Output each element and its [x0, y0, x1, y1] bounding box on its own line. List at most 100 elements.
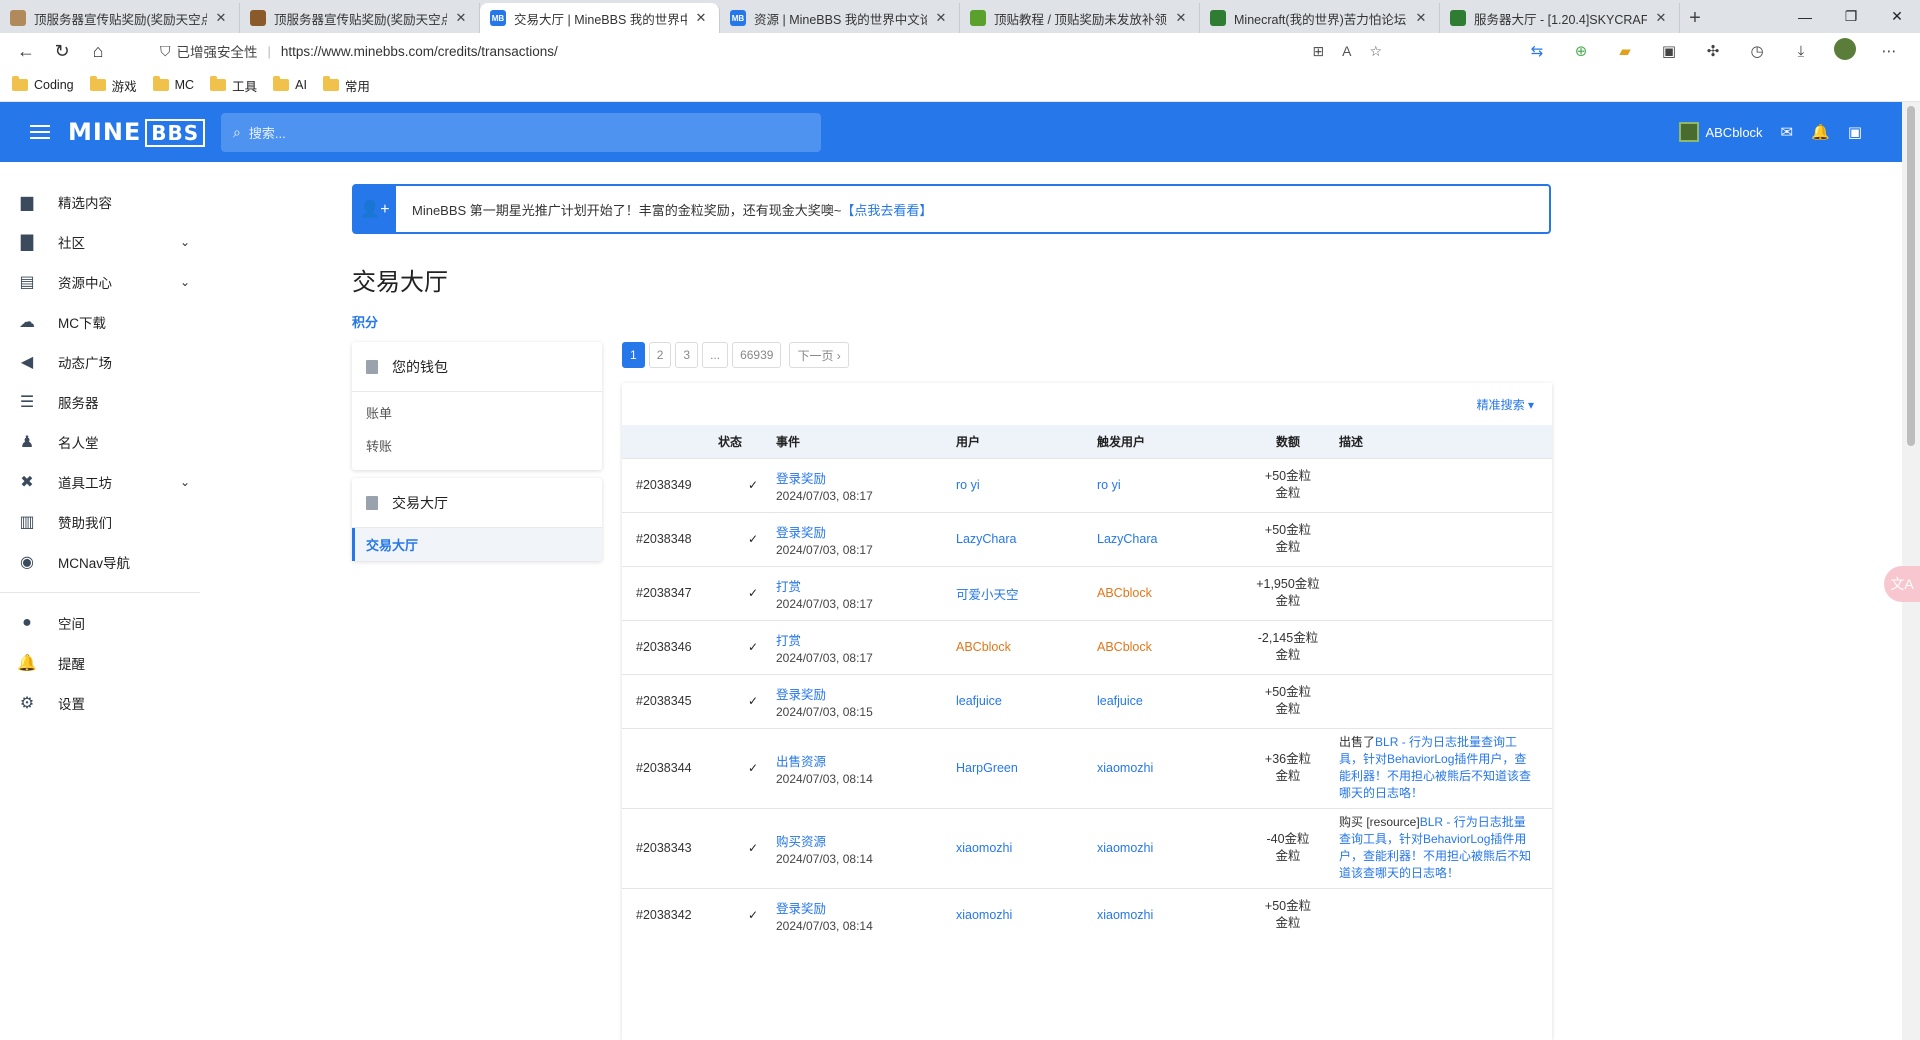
exchange-link[interactable]: 交易大厅: [352, 528, 602, 561]
menu-hamburger-icon[interactable]: [30, 125, 50, 139]
shield-lock-icon[interactable]: ⛉: [160, 43, 171, 60]
scrollbar-thumb[interactable]: [1907, 106, 1915, 446]
browser-tab[interactable]: MB 资源 | MineBBS 我的世界中文论坛 ✕: [720, 3, 960, 33]
close-window-icon[interactable]: ✕: [1874, 0, 1920, 33]
trigger-user-link[interactable]: xiaomozhi: [1097, 841, 1153, 855]
security-label[interactable]: 已增强安全性: [177, 41, 258, 61]
search-input[interactable]: ⌕ 搜索...: [221, 113, 821, 152]
event-link[interactable]: 登录奖励: [776, 468, 956, 487]
app-available-icon[interactable]: ⊞: [1312, 43, 1324, 60]
browser-tab[interactable]: 顶服务器宣传贴奖励(奖励天空点 ✕: [0, 3, 240, 33]
bookmark-folder[interactable]: MC: [152, 76, 194, 92]
sidebar-item[interactable]: ▤ 资源中心 ⌄: [0, 262, 210, 302]
back-icon[interactable]: ←: [8, 36, 44, 66]
extension-sync-icon[interactable]: ⇆: [1515, 42, 1559, 60]
browser-tab[interactable]: 顶服务器宣传贴奖励(奖励天空点 ✕: [240, 3, 480, 33]
sidebar-item[interactable]: ▥ 赞助我们: [0, 502, 210, 542]
notice-link[interactable]: 【点我去看看】: [841, 203, 932, 218]
event-link[interactable]: 打赏: [776, 630, 956, 649]
next-page-button[interactable]: 下一页 ›: [789, 342, 849, 368]
bookmark-folder[interactable]: 常用: [322, 76, 370, 95]
user-link[interactable]: ABCblock: [956, 640, 1011, 654]
bookmark-folder[interactable]: 游戏: [89, 76, 137, 95]
sidebar-item[interactable]: ▇ 社区 ⌄: [0, 222, 210, 262]
sidebar-item[interactable]: ☁ MC下载: [0, 302, 210, 342]
sidebar-item[interactable]: ✖ 道具工坊 ⌄: [0, 462, 210, 502]
page-link[interactable]: ...: [702, 342, 729, 368]
downloads-icon[interactable]: ⤓: [1779, 43, 1823, 60]
extension-dark-icon[interactable]: ▣: [1647, 42, 1691, 60]
browser-tab[interactable]: 顶贴教程 / 顶贴奖励未发放补领帖 ✕: [960, 3, 1200, 33]
tab-close-icon[interactable]: ✕: [1653, 10, 1669, 26]
tab-close-icon[interactable]: ✕: [693, 10, 709, 26]
new-tab-button[interactable]: +: [1680, 3, 1710, 33]
sidebar-item[interactable]: ♟ 名人堂: [0, 422, 210, 462]
trigger-user-link[interactable]: ABCblock: [1097, 586, 1152, 600]
bookmark-folder[interactable]: AI: [273, 76, 307, 92]
extension-folder-icon[interactable]: ▰: [1603, 42, 1647, 60]
sidebar-item[interactable]: 🔔 提醒: [0, 643, 210, 683]
browser-tab[interactable]: Minecraft(我的世界)苦力怕论坛- ✕: [1200, 3, 1440, 33]
minimize-icon[interactable]: —: [1782, 0, 1828, 33]
sidebar-item[interactable]: ▆ 精选内容: [0, 182, 210, 222]
read-aloud-icon[interactable]: A: [1342, 43, 1351, 60]
profile-avatar[interactable]: [1823, 38, 1867, 64]
extensions-puzzle-icon[interactable]: ✣: [1691, 42, 1735, 60]
sidebar-item[interactable]: ☰ 服务器: [0, 382, 210, 422]
tab-close-icon[interactable]: ✕: [453, 10, 469, 26]
history-icon[interactable]: ◷: [1735, 42, 1779, 60]
user-link[interactable]: ro yi: [956, 478, 980, 492]
url-text[interactable]: https://www.minebbs.com/credits/transact…: [281, 44, 558, 59]
chevron-down-icon[interactable]: ⌄: [180, 235, 190, 249]
site-logo[interactable]: MINE BBS: [68, 118, 206, 147]
page-link[interactable]: 66939: [732, 342, 782, 368]
trigger-user-link[interactable]: leafjuice: [1097, 694, 1143, 708]
page-link[interactable]: 1: [622, 342, 645, 368]
reload-icon[interactable]: ↻: [44, 36, 80, 66]
address-bar[interactable]: ⛉ 已增强安全性 | https://www.minebbs.com/credi…: [146, 36, 1394, 66]
breadcrumb[interactable]: 积分: [352, 312, 378, 331]
user-link[interactable]: HarpGreen: [956, 761, 1018, 775]
user-link[interactable]: xiaomozhi: [956, 841, 1012, 855]
user-link[interactable]: 可爱小天空: [956, 588, 1019, 602]
messages-envelope-icon[interactable]: ✉: [1781, 123, 1794, 141]
tab-close-icon[interactable]: ✕: [1413, 10, 1429, 26]
sidebar-item[interactable]: ⚙ 设置: [0, 683, 210, 723]
event-link[interactable]: 出售资源: [776, 751, 956, 770]
sidebar-item[interactable]: ● 空间: [0, 603, 210, 643]
user-menu[interactable]: ABCblock: [1679, 122, 1763, 142]
trigger-user-link[interactable]: xiaomozhi: [1097, 908, 1153, 922]
alerts-bell-icon[interactable]: 🔔: [1811, 123, 1830, 141]
trigger-user-link[interactable]: ro yi: [1097, 478, 1121, 492]
event-link[interactable]: 登录奖励: [776, 898, 956, 917]
home-icon[interactable]: ⌂: [80, 36, 116, 66]
tab-close-icon[interactable]: ✕: [213, 10, 229, 26]
extension-plus-icon[interactable]: ⊕: [1559, 42, 1603, 60]
event-link[interactable]: 购买资源: [776, 831, 956, 850]
sidebar-item[interactable]: ◀ 动态广场: [0, 342, 210, 382]
browser-tab[interactable]: MB 交易大厅 | MineBBS 我的世界中文 ✕: [480, 3, 720, 33]
user-link[interactable]: LazyChara: [956, 532, 1016, 546]
filter-button[interactable]: 精准搜索 ▾: [622, 383, 1552, 425]
favorite-star-icon[interactable]: ☆: [1369, 43, 1382, 60]
chevron-down-icon[interactable]: ⌄: [180, 475, 190, 489]
more-menu-icon[interactable]: ⋯: [1867, 42, 1911, 60]
wallet-link[interactable]: 转账: [352, 429, 602, 462]
bookmark-folder[interactable]: 工具: [210, 76, 257, 95]
wallet-link[interactable]: 账单: [352, 396, 602, 429]
user-link[interactable]: leafjuice: [956, 694, 1002, 708]
user-link[interactable]: xiaomozhi: [956, 908, 1012, 922]
bookmark-folder[interactable]: Coding: [12, 76, 74, 92]
browser-tab[interactable]: 服务器大厅 - [1.20.4]SKYCRAFT- ✕: [1440, 3, 1680, 33]
trigger-user-link[interactable]: xiaomozhi: [1097, 761, 1153, 775]
sidebar-item[interactable]: ◉ MCNav导航: [0, 542, 210, 582]
event-link[interactable]: 登录奖励: [776, 684, 956, 703]
trigger-user-link[interactable]: ABCblock: [1097, 640, 1152, 654]
event-link[interactable]: 打赏: [776, 576, 956, 595]
chevron-down-icon[interactable]: ⌄: [180, 275, 190, 289]
translate-icon[interactable]: 文A: [1884, 566, 1920, 602]
tab-close-icon[interactable]: ✕: [933, 10, 949, 26]
trigger-user-link[interactable]: LazyChara: [1097, 532, 1157, 546]
wallet-icon[interactable]: ▣: [1848, 123, 1862, 141]
restore-icon[interactable]: ❐: [1828, 0, 1874, 33]
